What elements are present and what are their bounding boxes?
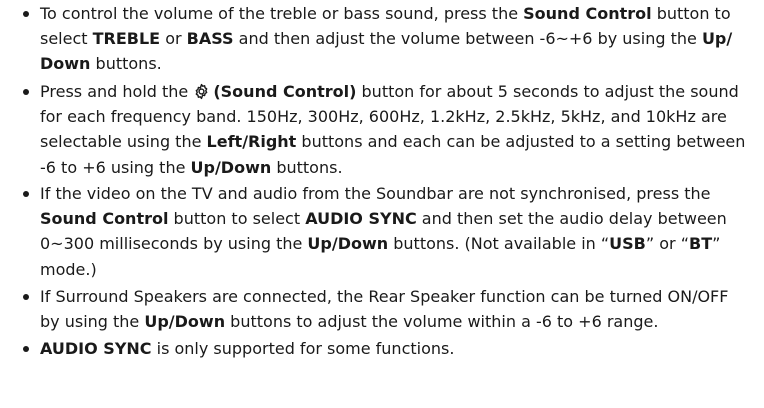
text-line: If Surround Speakers are connected, the …: [40, 284, 760, 309]
text-run: ”: [712, 234, 721, 254]
text-line: If the video on the TV and audio from th…: [40, 181, 760, 206]
text-run: To control the volume of the treble or b…: [40, 4, 524, 23]
text-run: buttons.: [90, 54, 162, 74]
bold-term: Up/Down: [144, 312, 226, 332]
text-run: 0~300 milliseconds by using the: [40, 234, 308, 254]
text-run: buttons. (Not available in “: [388, 234, 610, 254]
manual-page: To control the volume of the treble or b…: [0, 0, 764, 408]
text-run: button to select: [168, 209, 306, 229]
text-line: mode.): [40, 257, 760, 282]
bold-term: Down: [40, 54, 91, 74]
bold-term: BASS: [186, 29, 234, 49]
bold-term: Up/Down: [307, 234, 389, 254]
text-line: select TREBLE or BASS and then adjust th…: [40, 26, 760, 51]
bold-term: (Sound Control): [213, 82, 357, 101]
text-run: button for about 5 seconds to adjust the…: [356, 82, 739, 101]
text-run: ” or “: [645, 234, 689, 254]
text-run: Press and hold the: [40, 82, 194, 101]
text-line: selectable using the Left/Right buttons …: [40, 129, 760, 154]
bold-term: AUDIO SYNC: [40, 339, 152, 358]
list-item: If Surround Speakers are connected, the …: [23, 284, 760, 334]
bold-term: Left/Right: [206, 132, 297, 152]
text-line: Down buttons.: [40, 51, 760, 76]
text-line: AUDIO SYNC is only supported for some fu…: [40, 336, 760, 361]
text-run: buttons.: [271, 157, 343, 177]
text-run: and then set the audio delay between: [416, 209, 727, 229]
text-run: buttons and each can be adjusted to a se…: [296, 132, 746, 152]
bold-term: AUDIO SYNC: [305, 209, 417, 229]
list-item: If the video on the TV and audio from th…: [23, 181, 760, 282]
text-line: Press and hold the (Sound Control) butto…: [40, 79, 760, 104]
text-run: for each frequency band. 150Hz, 300Hz, 6…: [40, 107, 727, 127]
text-line: -6 to +6 using the Up/Down buttons.: [40, 155, 760, 180]
text-run: If Surround Speakers are connected, the …: [40, 287, 729, 306]
text-line: Sound Control button to select AUDIO SYN…: [40, 206, 760, 231]
bold-term: Sound Control: [40, 209, 169, 229]
text-run: button to: [651, 4, 731, 23]
bold-term: Up/Down: [190, 157, 272, 177]
text-run: and then adjust the volume between -6~+6…: [233, 29, 702, 49]
list-item: Press and hold the (Sound Control) butto…: [23, 79, 760, 180]
bold-term: Up/: [701, 29, 733, 49]
text-run: buttons to adjust the volume within a -6…: [225, 312, 659, 332]
text-run: If the video on the TV and audio from th…: [40, 184, 711, 203]
list-item: AUDIO SYNC is only supported for some fu…: [23, 336, 760, 361]
bold-term: USB: [609, 234, 646, 254]
text-run: -6 to +6 using the: [40, 157, 191, 177]
text-run: select: [40, 29, 93, 49]
bold-term: TREBLE: [92, 29, 161, 49]
text-line: 0~300 milliseconds by using the Up/Down …: [40, 231, 760, 256]
text-run: selectable using the: [40, 132, 207, 152]
text-run: by using the: [40, 312, 145, 332]
text-run: or: [160, 29, 187, 49]
text-line: To control the volume of the treble or b…: [40, 1, 760, 26]
text-line: by using the Up/Down buttons to adjust t…: [40, 309, 760, 334]
list-item: To control the volume of the treble or b…: [23, 1, 760, 77]
gear-icon: [193, 82, 210, 100]
text-run: mode.): [40, 259, 97, 279]
text-run: is only supported for some functions.: [151, 339, 455, 358]
text-line: for each frequency band. 150Hz, 300Hz, 6…: [40, 104, 760, 129]
bold-term: Sound Control: [523, 4, 652, 23]
bold-term: BT: [689, 234, 713, 254]
